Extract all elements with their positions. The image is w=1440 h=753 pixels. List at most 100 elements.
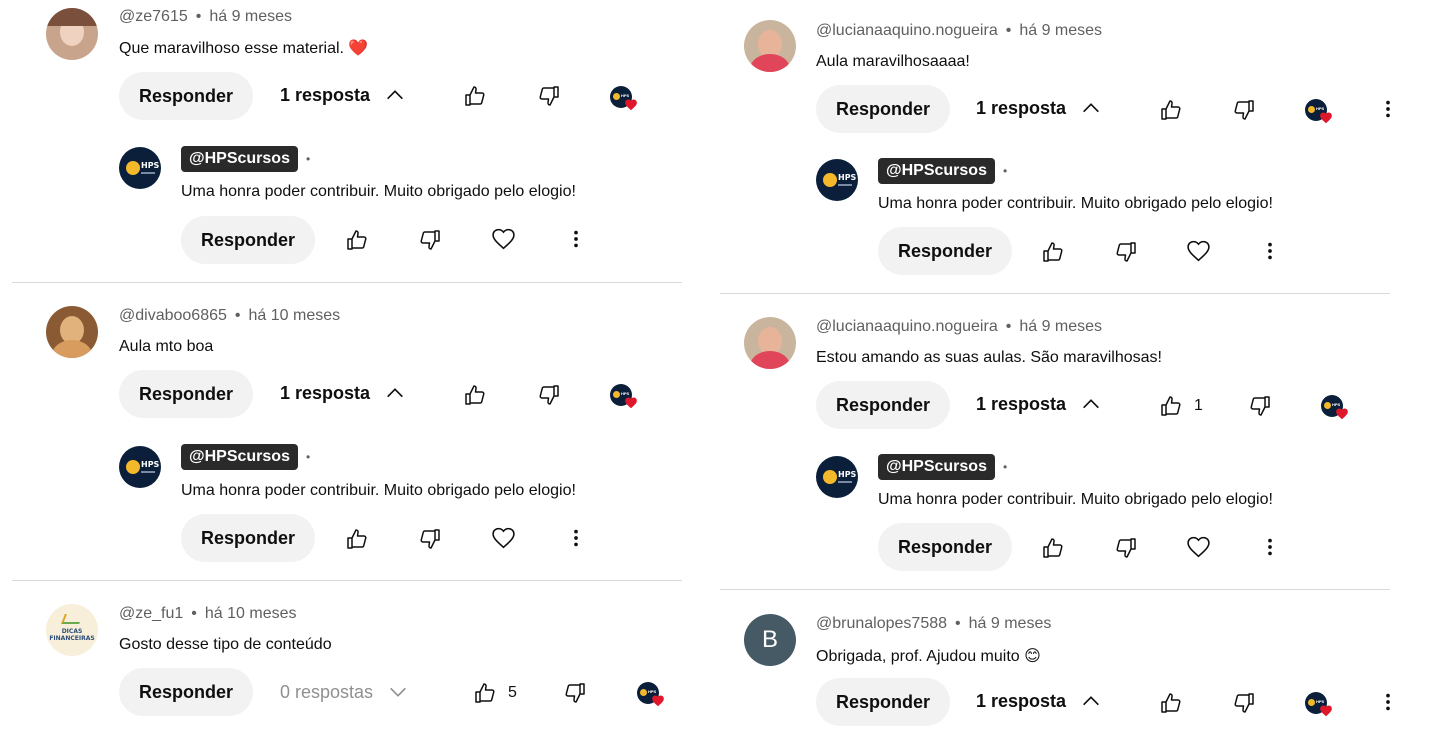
replies-count: 1 resposta xyxy=(280,382,371,403)
divider xyxy=(720,589,1390,590)
reply-button[interactable]: Responder xyxy=(181,216,316,264)
dislike-button[interactable] xyxy=(1114,536,1138,560)
dislike-button[interactable] xyxy=(563,681,587,705)
chevron-down-icon xyxy=(387,681,409,703)
reply-button[interactable]: Responder xyxy=(119,72,254,120)
like-button[interactable] xyxy=(1159,98,1183,122)
comment-time[interactable]: há 10 meses xyxy=(249,307,341,324)
comment-time[interactable]: há 9 meses xyxy=(969,615,1052,632)
heart-outline-icon xyxy=(1186,239,1211,264)
like-button[interactable] xyxy=(463,383,487,407)
more-actions-button[interactable] xyxy=(1259,240,1281,262)
more-actions-button[interactable] xyxy=(1259,536,1281,558)
comment-thread: B @brunalopes7588 • há 9 meses Obrigada, p… xyxy=(700,606,1390,753)
like-button[interactable] xyxy=(1041,240,1065,264)
dislike-button[interactable] xyxy=(1232,98,1256,122)
toggle-replies-button[interactable]: 1 resposta xyxy=(280,382,406,404)
like-button[interactable] xyxy=(1159,394,1183,418)
avatar[interactable] xyxy=(46,306,98,358)
reply-button[interactable]: Responder xyxy=(119,668,254,716)
thumbs-down-icon xyxy=(418,228,442,252)
channel-avatar[interactable]: HPS xyxy=(119,147,161,189)
author-handle[interactable]: @divaboo6865 xyxy=(119,307,227,324)
creator-handle-badge[interactable]: @HPScursos xyxy=(181,444,298,470)
creator-handle-badge[interactable]: @HPScursos xyxy=(878,454,995,480)
like-button[interactable] xyxy=(1041,536,1065,560)
more-vert-icon xyxy=(565,228,587,250)
comment-time[interactable]: há 9 meses xyxy=(1019,318,1102,335)
more-actions-button[interactable] xyxy=(1377,98,1399,120)
author-handle[interactable]: @ze7615 xyxy=(119,8,188,25)
dislike-button[interactable] xyxy=(537,383,561,407)
like-button[interactable] xyxy=(345,228,369,252)
dislike-button[interactable] xyxy=(418,228,442,252)
author-handle[interactable]: @ze_fu1 xyxy=(119,605,183,622)
channel-avatar[interactable]: HPS xyxy=(119,446,161,488)
more-vert-icon xyxy=(565,527,587,549)
thumbs-up-icon xyxy=(1041,240,1065,264)
badge-separator: • xyxy=(1003,164,1008,178)
comment-time[interactable]: há 10 meses xyxy=(205,605,297,622)
toggle-replies-button[interactable]: 1 resposta xyxy=(280,84,406,106)
dislike-button[interactable] xyxy=(537,84,561,108)
more-actions-button[interactable] xyxy=(565,228,587,250)
comment-time[interactable]: há 9 meses xyxy=(1019,22,1102,39)
heart-button[interactable] xyxy=(491,227,516,252)
more-vert-icon xyxy=(1259,536,1281,558)
avatar-letter: B xyxy=(761,626,778,653)
toggle-replies-button[interactable]: 1 resposta xyxy=(976,690,1102,712)
heart-outline-icon xyxy=(1186,535,1211,560)
avatar[interactable] xyxy=(744,20,796,72)
comment-text: Estou amando as suas aulas. São maravilh… xyxy=(816,349,1162,366)
like-button[interactable] xyxy=(473,681,497,705)
dislike-button[interactable] xyxy=(418,527,442,551)
thumbs-down-icon xyxy=(418,527,442,551)
author-handle[interactable]: @lucianaaquino.nogueira xyxy=(816,22,998,39)
heart-button[interactable] xyxy=(1186,535,1211,560)
comment-meta: @brunalopes7588 • há 9 meses xyxy=(816,615,1051,633)
like-button[interactable] xyxy=(1159,691,1183,715)
creator-heart-icon: HPS xyxy=(1321,395,1351,425)
reply-button[interactable]: Responder xyxy=(119,370,254,418)
comment-text: Que maravilhoso esse material. ❤️ xyxy=(119,40,369,57)
reply-button[interactable]: Responder xyxy=(816,381,951,429)
avatar[interactable]: DICAS FINANCEIRAS xyxy=(46,604,98,656)
like-button[interactable] xyxy=(345,527,369,551)
like-button[interactable] xyxy=(463,84,487,108)
reply-button[interactable]: Responder xyxy=(878,523,1013,571)
toggle-replies-button[interactable]: 0 respostas xyxy=(280,681,409,703)
reply-button[interactable]: Responder xyxy=(878,227,1013,275)
creator-handle-badge[interactable]: @HPScursos xyxy=(878,158,995,184)
meta-separator: • xyxy=(1005,318,1012,335)
author-handle[interactable]: @lucianaaquino.nogueira xyxy=(816,318,998,335)
avatar[interactable]: B xyxy=(744,614,796,666)
comment-time[interactable]: há 9 meses xyxy=(209,8,292,25)
like-count: 1 xyxy=(1194,397,1203,414)
more-actions-button[interactable] xyxy=(1377,691,1399,713)
dislike-button[interactable] xyxy=(1114,240,1138,264)
avatar[interactable] xyxy=(744,317,796,369)
heart-outline-icon xyxy=(491,526,516,551)
dislike-button[interactable] xyxy=(1248,394,1272,418)
meta-separator: • xyxy=(234,307,241,324)
creator-handle-badge[interactable]: @HPScursos xyxy=(181,146,298,172)
heart-button[interactable] xyxy=(491,526,516,551)
dislike-button[interactable] xyxy=(1232,691,1256,715)
channel-avatar[interactable]: HPS xyxy=(816,456,858,498)
more-vert-icon xyxy=(1259,240,1281,262)
reply-button[interactable]: Responder xyxy=(816,85,951,133)
comment-thread: DICAS FINANCEIRAS @ze_fu1 • há 10 meses Go… xyxy=(0,598,682,753)
comment-meta: @lucianaaquino.nogueira • há 9 meses xyxy=(816,318,1102,336)
author-handle[interactable]: @brunalopes7588 xyxy=(816,615,947,632)
meta-separator: • xyxy=(195,8,202,25)
channel-avatar[interactable]: HPS xyxy=(816,159,858,201)
more-actions-button[interactable] xyxy=(565,527,587,549)
comment-meta: @ze7615 • há 9 meses xyxy=(119,8,292,26)
chevron-up-icon xyxy=(1080,690,1102,712)
reply-button[interactable]: Responder xyxy=(181,514,316,562)
reply-button[interactable]: Responder xyxy=(816,678,951,726)
toggle-replies-button[interactable]: 1 resposta xyxy=(976,393,1102,415)
avatar[interactable] xyxy=(46,8,98,60)
toggle-replies-button[interactable]: 1 resposta xyxy=(976,97,1102,119)
heart-button[interactable] xyxy=(1186,239,1211,264)
